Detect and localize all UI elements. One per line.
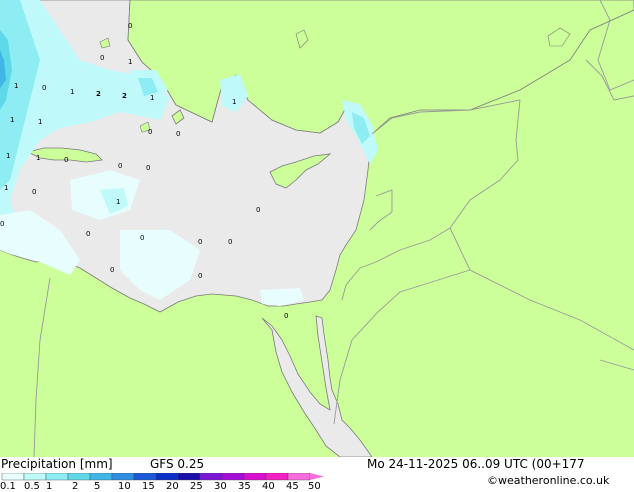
rain-label: 1 bbox=[38, 118, 42, 126]
scale-swatch bbox=[133, 473, 157, 481]
scale-label: 50 bbox=[308, 481, 321, 492]
rain-label: 0 bbox=[140, 234, 144, 242]
rain-label: 0 bbox=[64, 156, 68, 164]
scale-label: 20 bbox=[166, 481, 179, 492]
scale-label: 10 bbox=[118, 481, 131, 492]
scale-arrow bbox=[310, 473, 324, 480]
rain-label: 0 bbox=[228, 238, 232, 246]
rain-label: 1 bbox=[6, 152, 10, 160]
scale-swatch bbox=[67, 473, 91, 481]
copyright-link[interactable]: ©weatheronline.co.uk bbox=[487, 474, 609, 487]
scale-label: 0.1 bbox=[0, 481, 16, 492]
scale-label: 2 bbox=[72, 481, 79, 492]
rain-label: 0 bbox=[148, 128, 152, 136]
rain-label: 1 bbox=[150, 94, 154, 102]
scale-label: 5 bbox=[94, 481, 101, 492]
rain-label: 0 bbox=[128, 22, 132, 30]
footer-title: Precipitation [mm] bbox=[1, 457, 113, 471]
rain-label: 0 bbox=[110, 266, 114, 274]
scale-label: 15 bbox=[142, 481, 155, 492]
scale-swatch bbox=[155, 473, 179, 481]
rain-label: 0 bbox=[0, 220, 4, 228]
rain-label: 1 bbox=[36, 154, 40, 162]
scale-label: 0.5 bbox=[24, 481, 40, 492]
scale-label: 25 bbox=[190, 481, 203, 492]
rain-label: 0 bbox=[256, 206, 260, 214]
footer-model: GFS 0.25 bbox=[150, 457, 205, 471]
color-scale bbox=[1, 473, 324, 481]
footer-datetime: Mo 24-11-2025 06..09 UTC (00+177 bbox=[367, 457, 585, 471]
rain-label: 1 bbox=[10, 116, 14, 124]
rain-label: 2 bbox=[96, 90, 101, 98]
scale-swatch bbox=[177, 473, 201, 481]
scale-swatch bbox=[45, 473, 69, 481]
scale-swatch bbox=[243, 473, 267, 481]
rain-label: 0 bbox=[198, 238, 202, 246]
rain-label: 1 bbox=[232, 98, 236, 106]
rain-label: 1 bbox=[14, 82, 18, 90]
rain-label: 0 bbox=[32, 188, 36, 196]
precipitation-map: 0 0 1 0 2 1 1 2 1 1 1 0 1 1 0 1 0 0 0 1 … bbox=[0, 0, 634, 457]
rain-label: 0 bbox=[146, 164, 150, 172]
rain-label: 0 bbox=[86, 230, 90, 238]
scale-swatch bbox=[287, 473, 311, 481]
scale-label: 30 bbox=[214, 481, 227, 492]
scale-swatch bbox=[265, 473, 289, 481]
scale-swatch bbox=[111, 473, 135, 481]
rain-label: 1 bbox=[128, 58, 132, 66]
rain-label: 1 bbox=[70, 88, 74, 96]
scale-swatch bbox=[1, 473, 25, 481]
rain-label: 1 bbox=[116, 198, 120, 206]
scale-swatch bbox=[23, 473, 47, 481]
rain-label: 1 bbox=[4, 184, 8, 192]
rain-label: 0 bbox=[176, 130, 180, 138]
rain-label: 0 bbox=[100, 54, 104, 62]
rain-label: 2 bbox=[122, 92, 127, 100]
map-footer: Precipitation [mm] GFS 0.25 Mo 24-11-202… bbox=[0, 457, 634, 492]
scale-swatch bbox=[199, 473, 223, 481]
scale-label: 35 bbox=[238, 481, 251, 492]
rain-label: 0 bbox=[42, 84, 46, 92]
scale-label: 40 bbox=[262, 481, 275, 492]
scale-label: 45 bbox=[286, 481, 299, 492]
scale-swatch bbox=[221, 473, 245, 481]
rain-label: 0 bbox=[198, 272, 202, 280]
scale-swatch bbox=[89, 473, 113, 481]
rain-label: 0 bbox=[118, 162, 122, 170]
scale-label: 1 bbox=[46, 481, 53, 492]
rain-label: 0 bbox=[284, 312, 288, 320]
